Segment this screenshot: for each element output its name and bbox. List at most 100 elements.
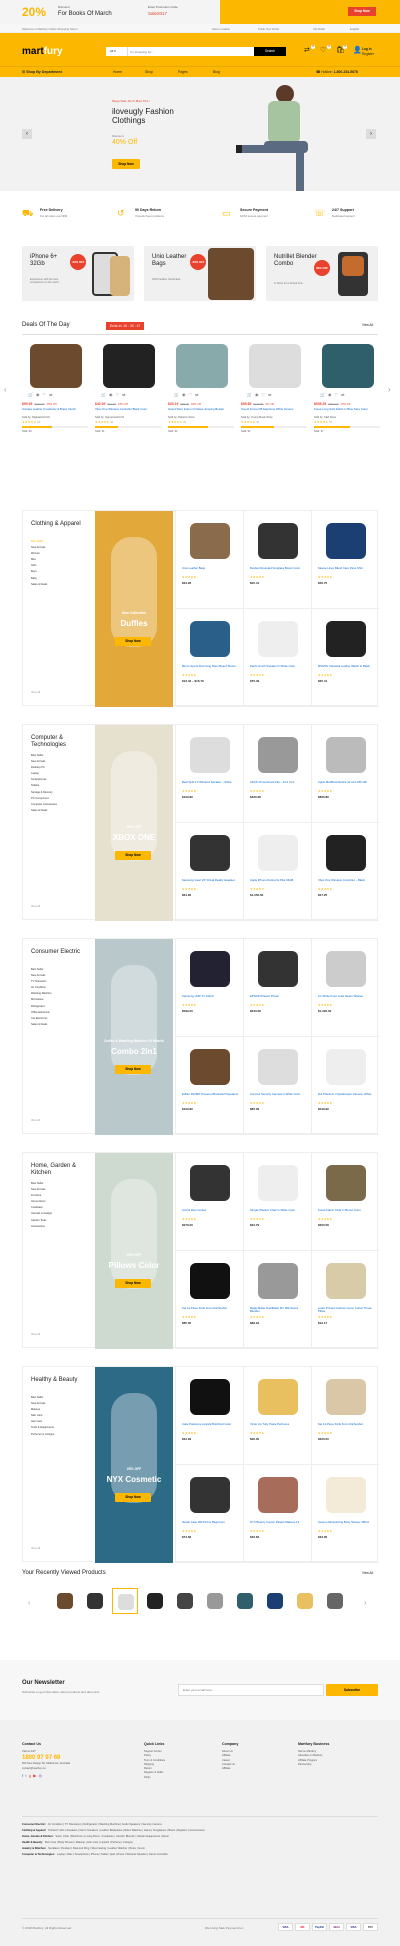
category-banner-button[interactable]: Shop Now <box>115 1493 151 1502</box>
category-banner-button[interactable]: Shop Now <box>115 851 151 860</box>
category-view-all[interactable]: View All <box>31 691 40 694</box>
footer-category-items[interactable]: Necklace | Pendant | Diamond Ring | Silv… <box>48 1847 145 1850</box>
promo-banner-1[interactable]: iPhone 6+ 32Gb Experience with the best … <box>22 246 134 301</box>
deal-card[interactable]: 🛒 ◉ ♡ ⇄ $99.35 $104.99 25% Off Unicase Leather … <box>22 340 90 470</box>
product-card[interactable]: LG White Front Load Steam Washer ★★★★★ $1,… <box>311 939 379 1037</box>
product-card[interactable]: Rayban Rounded Sunglass Brown Color ★★★★★… <box>243 511 311 609</box>
user-icon[interactable]: 👤 <box>353 47 362 55</box>
cart-icon[interactable]: 🛒 <box>320 392 325 397</box>
category-link[interactable]: Sales & Deals <box>31 582 47 588</box>
category-banner[interactable]: 30% OFF XBOX ONE Shop Now <box>95 725 173 921</box>
product-name[interactable]: Aroma Rice Cooker <box>182 1208 240 1212</box>
product-image[interactable] <box>190 1477 230 1513</box>
footer-category-items[interactable]: Skin Care | Body Shower | Makeup | Hair … <box>45 1841 133 1844</box>
product-image[interactable] <box>190 1165 230 1201</box>
category-link[interactable]: Accessories <box>31 1224 52 1230</box>
twitter-icon[interactable]: t <box>25 1773 26 1778</box>
product-image[interactable] <box>190 621 230 657</box>
deal-product-name[interactable]: Korea Long Sofa Fabric In Blue Navy Colo… <box>314 407 380 411</box>
category-link[interactable]: Computer Accessories <box>31 802 57 808</box>
product-name[interactable]: Sleeve Linen Blend Caro Pane Shirt <box>318 566 376 570</box>
recent-product-thumb[interactable] <box>262 1588 288 1614</box>
compare-icon[interactable]: ⇄ <box>195 392 198 397</box>
compare-icon[interactable]: ⇄ <box>268 392 271 397</box>
product-name[interactable]: Amcrest Security Camera in White Color <box>250 1092 308 1096</box>
category-view-all[interactable]: View All <box>31 1119 40 1122</box>
deal-product-name[interactable]: Grand Slam Indoor Of Glass Jumping Bolst… <box>168 407 234 411</box>
product-name[interactable]: Letter Printed Cushion Cover Cotton Thro… <box>318 1306 376 1314</box>
product-card[interactable]: Unio Leather Bags ★★★★★ $43.26 <box>175 511 243 609</box>
product-name[interactable]: Rayban Rounded Sunglass Brown Color <box>250 566 308 570</box>
promo-banner-2[interactable]: Unio Leather Bags 100% leather handmade … <box>144 246 256 301</box>
product-card[interactable]: Set 14-Piece Knife From KitchenAid ★★★★★ $… <box>175 1251 243 1349</box>
product-image[interactable] <box>258 737 298 773</box>
category-link[interactable]: Tools & Equipments <box>31 1425 55 1431</box>
deals-next-arrow[interactable]: › <box>388 385 391 394</box>
compare-icon[interactable]: ⇄ <box>122 392 125 397</box>
recent-product-thumb[interactable] <box>52 1588 78 1614</box>
currency-select[interactable]: US Dollar <box>313 27 325 31</box>
logo[interactable]: martfury <box>22 46 63 57</box>
product-name[interactable]: Set 14-Piece Knife From KitchenAid <box>318 1422 376 1426</box>
product-card[interactable]: Sleeve Linen Blend Caro Pane Shirt ★★★★★ $… <box>311 511 379 609</box>
recent-product-thumb[interactable] <box>322 1588 348 1614</box>
category-banner[interactable]: Coffee & Washing Machine Of Hitachi Combo… <box>95 939 173 1135</box>
product-name[interactable]: ASUS Chromebook Flip – 10.2 Inch <box>250 780 308 784</box>
category-view-all[interactable]: View All <box>31 1333 40 1336</box>
login-link[interactable]: Log In <box>362 47 372 51</box>
product-name[interactable]: DJI Phantom 4 Quadcopter Camera, White <box>318 1092 376 1096</box>
product-card[interactable]: Ciate Palemore Lipstick Bold Red Color ★★… <box>175 1367 243 1465</box>
category-banner[interactable]: New Collection Duffles Shop Now <box>95 511 173 707</box>
product-name[interactable]: Men's Sports Runnning Swim Board Shorts <box>182 664 240 668</box>
recent-next-arrow[interactable]: › <box>364 1600 366 1607</box>
footer-company-link[interactable]: Affiliate <box>222 1767 292 1771</box>
deals-view-all[interactable]: View All <box>362 323 373 327</box>
product-card[interactable]: EPSION Plaster Printer ★★★★★ $233.28 <box>243 939 311 1037</box>
product-name[interactable]: Samsung UHD TV 24inch <box>182 994 240 998</box>
product-name[interactable]: Korea Fabric Chair In Brown Color <box>318 1208 376 1212</box>
compare-icon[interactable]: ⇄ 0 <box>304 45 315 55</box>
register-link[interactable]: Register <box>362 52 374 56</box>
product-image[interactable] <box>190 1379 230 1415</box>
deal-product-image[interactable] <box>176 344 228 388</box>
recent-view-all[interactable]: View All <box>362 1571 373 1575</box>
promo-banner-3[interactable]: Nutrillet Blender Combo In Store for a l… <box>266 246 378 301</box>
product-image[interactable] <box>326 1379 366 1415</box>
product-image[interactable] <box>326 737 366 773</box>
product-image[interactable] <box>258 835 298 871</box>
language-select[interactable]: English <box>350 27 359 31</box>
heart-icon[interactable]: ♡ <box>261 392 265 397</box>
product-card[interactable]: Aveeno Moisturizing Body Shower 450ml ★★★… <box>311 1465 379 1563</box>
product-image[interactable] <box>258 1049 298 1085</box>
track-order-link[interactable]: Track Your Order <box>258 27 279 31</box>
newsletter-subscribe-button[interactable]: Subscribe <box>326 1684 378 1696</box>
product-name[interactable]: Apple MacBook Retina 12 inch 256 GB <box>318 780 376 784</box>
deals-prev-arrow[interactable]: ‹ <box>4 385 7 394</box>
footer-business-link[interactable]: Partnership <box>298 1763 378 1767</box>
category-link[interactable]: Office Electronic <box>31 1010 52 1016</box>
store-location-link[interactable]: Store Location <box>212 27 230 31</box>
product-card[interactable]: Samsung UHD TV 24inch ★★★★★ $599.00 <box>175 939 243 1037</box>
product-name[interactable]: Nestle Case 90ll Kit For Beginners <box>182 1520 240 1524</box>
product-image[interactable] <box>190 1263 230 1299</box>
deal-card[interactable]: 🛒 ◉ ♡ ⇄ $42.39 $42.43 18% Off Xbox One Wireless… <box>95 340 163 470</box>
product-card[interactable]: ASUS Chromebook Flip – 10.2 Inch ★★★★★ $32… <box>243 725 311 823</box>
product-card[interactable]: DJI Phantom 4 Quadcopter Camera, White ★★… <box>311 1037 379 1135</box>
cart-icon[interactable]: 🛒 <box>174 392 179 397</box>
product-image[interactable] <box>258 1477 298 1513</box>
product-name[interactable]: EPSION Plaster Printer <box>250 994 308 998</box>
product-name[interactable]: Beat Spill 2.0 Wireless Speaker – White <box>182 780 240 784</box>
product-name[interactable]: Ciate Palemore Lipstick Bold Red Color <box>182 1422 240 1426</box>
product-card[interactable]: Set 14-Piece Knife From KitchenAid ★★★★★ $… <box>311 1367 379 1465</box>
product-card[interactable]: MVMTH Classical Leather Watch In Black ★★… <box>311 609 379 707</box>
instagram-icon[interactable]: ◎ <box>39 1773 43 1778</box>
deal-product-name[interactable]: Xbox One Wireless Controller Black Color <box>95 407 161 411</box>
product-image[interactable] <box>190 737 230 773</box>
deal-product-image[interactable] <box>103 344 155 388</box>
deal-product-image[interactable] <box>322 344 374 388</box>
heart-icon[interactable]: ♡ <box>188 392 192 397</box>
product-name[interactable]: Apple iPhone Retina 6s Plus 64GB <box>250 878 308 882</box>
deal-product-name[interactable]: Sound Intone I65 Earphone White Version <box>241 407 307 411</box>
search-category-select[interactable]: All ▾ <box>106 47 128 56</box>
product-image[interactable] <box>326 951 366 987</box>
